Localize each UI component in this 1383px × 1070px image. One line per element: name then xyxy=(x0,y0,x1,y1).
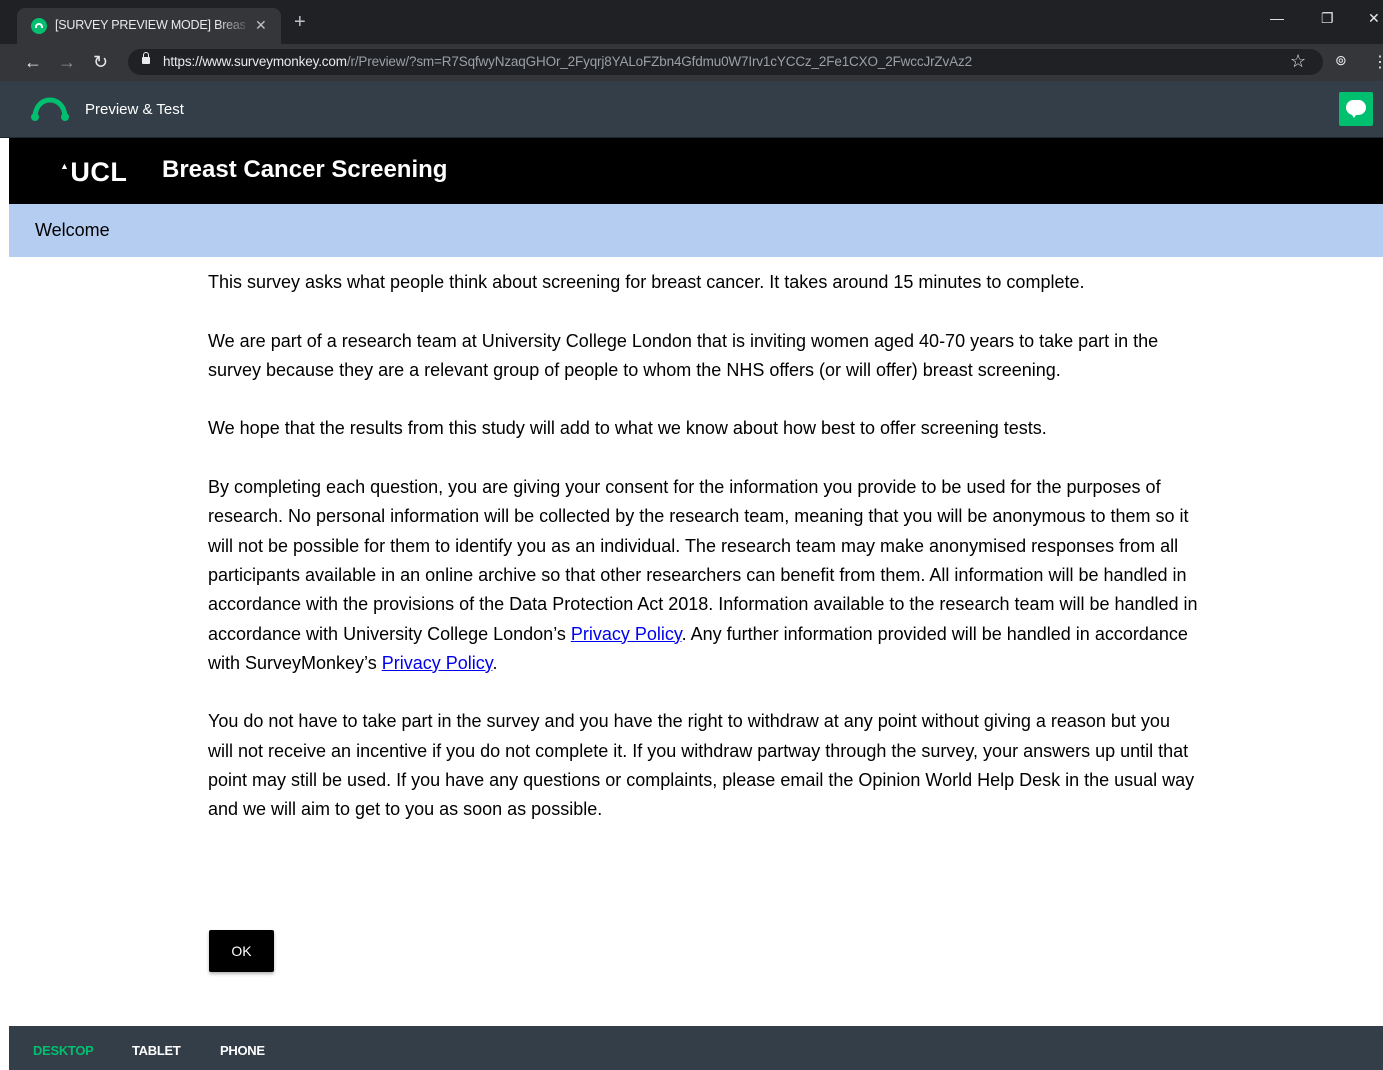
url-path: /r/Preview/?sm=R7SqfwyNzaqGHOr_2Fyqrj8YA… xyxy=(346,54,972,69)
ucl-logo: ▲UCL xyxy=(60,157,127,188)
ok-button[interactable]: OK xyxy=(209,930,274,972)
page-title: Welcome xyxy=(35,220,110,240)
reload-icon[interactable]: ↻ xyxy=(93,52,108,72)
withdraw-paragraph: You do not have to take part in the surv… xyxy=(208,711,1195,820)
intro-paragraph: We are part of a research team at Univer… xyxy=(208,330,1159,380)
tab-phone[interactable]: PHONE xyxy=(220,1043,265,1058)
tab-desktop[interactable]: DESKTOP xyxy=(33,1043,94,1058)
consent-paragraph: By completing each question, you are giv… xyxy=(208,473,1198,678)
ucl-logo-text: UCL xyxy=(70,157,128,187)
url-text: https://www.surveymonkey.com/r/Preview/?… xyxy=(163,54,972,69)
address-bar[interactable]: https://www.surveymonkey.com/r/Preview/?… xyxy=(128,49,1323,75)
survey-title: Breast Cancer Screening xyxy=(162,156,448,183)
menu-icon[interactable]: ⋮ xyxy=(1372,52,1383,72)
surveymonkey-favicon-icon xyxy=(31,18,47,34)
ucl-dome-icon: ▲ xyxy=(60,161,70,171)
survey-intro: This survey asks what people think about… xyxy=(208,268,1198,854)
browser-tabstrip: [SURVEY PREVIEW MODE] Breast Cancer Scre… xyxy=(0,0,1383,44)
surveymonkey-logo-icon[interactable] xyxy=(30,96,70,122)
tab-close-icon[interactable]: ✕ xyxy=(255,17,267,34)
back-icon[interactable]: ← xyxy=(24,52,42,72)
lock-icon xyxy=(142,52,150,64)
tab-title-fade xyxy=(217,14,253,38)
feedback-button[interactable] xyxy=(1339,92,1373,126)
device-preview-bar: DESKTOP TABLET PHONE xyxy=(9,1026,1383,1070)
intro-paragraph: This survey asks what people think about… xyxy=(208,272,1085,292)
browser-toolbar: ← → ↻ https://www.surveymonkey.com/r/Pre… xyxy=(0,44,1383,81)
preview-bar: Preview & Test xyxy=(0,81,1383,138)
intro-paragraph: We hope that the results from this study… xyxy=(208,418,1047,439)
window-close-icon[interactable]: ✕ xyxy=(1368,10,1380,27)
survey-header: ▲UCL Breast Cancer Screening xyxy=(9,138,1383,204)
consent-text: . xyxy=(492,652,498,673)
tab-tablet[interactable]: TABLET xyxy=(132,1043,181,1058)
star-icon[interactable]: ☆ xyxy=(1290,51,1306,72)
surveymonkey-privacy-policy-link[interactable]: Privacy Policy xyxy=(382,653,493,673)
url-host: https://www.surveymonkey.com xyxy=(163,54,347,69)
forward-icon[interactable]: → xyxy=(58,52,76,72)
preview-test-label[interactable]: Preview & Test xyxy=(85,101,184,118)
new-tab-button[interactable]: + xyxy=(294,12,306,32)
browser-tab[interactable]: [SURVEY PREVIEW MODE] Breast Cancer Scre… xyxy=(17,8,281,44)
chat-bubble-icon xyxy=(1346,100,1366,118)
page-title-bar: Welcome xyxy=(9,204,1383,257)
consent-text: By completing each question, you are giv… xyxy=(208,477,1198,644)
restore-icon[interactable]: ❐ xyxy=(1321,10,1334,27)
ucl-privacy-policy-link[interactable]: Privacy Policy xyxy=(571,624,682,644)
incognito-icon[interactable]: ⊚ xyxy=(1335,52,1347,69)
minimize-icon[interactable]: — xyxy=(1270,10,1284,26)
